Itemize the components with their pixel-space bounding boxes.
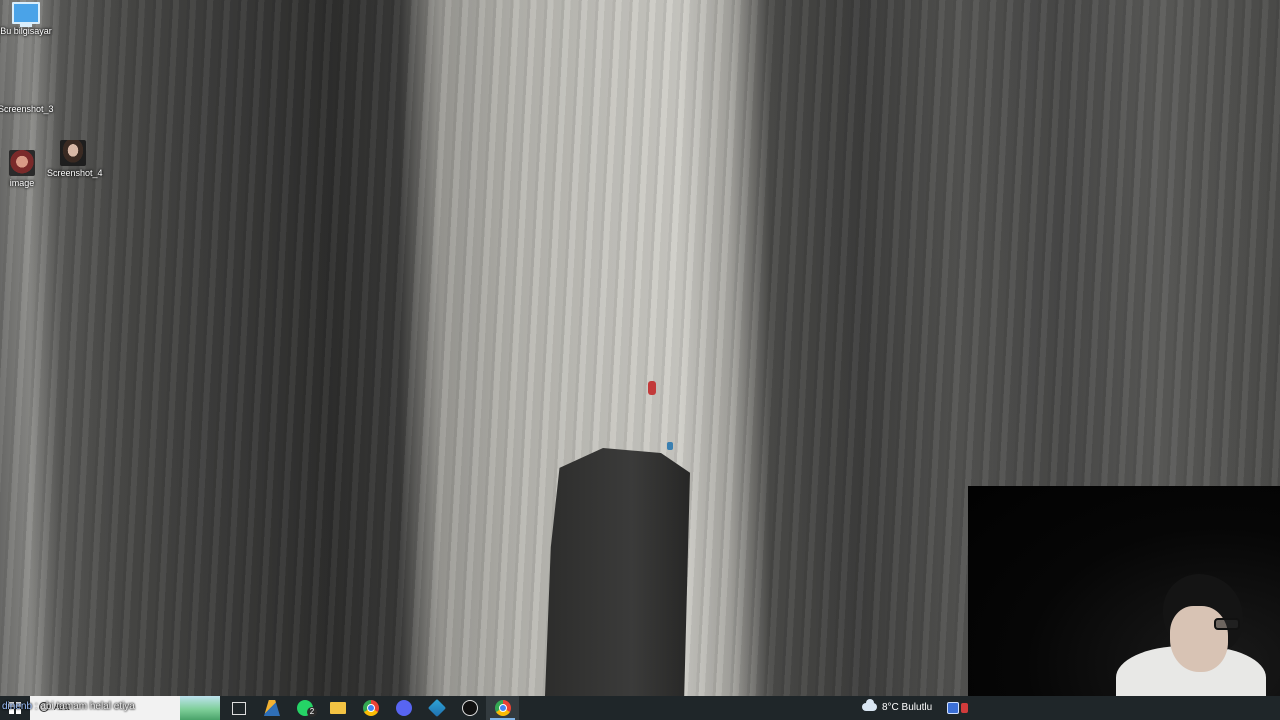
desktop-icon-label: Screenshot_3 bbox=[0, 104, 54, 114]
weather-text: 8°C Bulutlu bbox=[882, 702, 933, 713]
taskbar-app-discord[interactable] bbox=[387, 696, 420, 720]
desktop-icon-image[interactable]: image bbox=[0, 150, 48, 188]
discord-icon bbox=[396, 700, 412, 716]
taskbar-app-chrome-active[interactable] bbox=[486, 696, 519, 720]
taskbar: Ara 2 8°C Bulutlu bbox=[0, 696, 1280, 720]
computer-icon bbox=[12, 2, 40, 27]
desktop-icon-screenshot-4[interactable]: Screenshot_4 bbox=[47, 140, 103, 178]
folder-icon bbox=[330, 702, 346, 714]
webcam-overlay bbox=[968, 486, 1280, 696]
desktop-icon-screenshot-3[interactable]: Screenshot_3 bbox=[0, 88, 54, 114]
desktop-icon-label: Bu bilgisayar bbox=[0, 26, 52, 36]
app-icon bbox=[264, 700, 280, 716]
wallpaper-climber bbox=[648, 381, 656, 395]
app-icon bbox=[427, 698, 447, 718]
cloud-icon bbox=[862, 699, 877, 711]
chat-username: dinenb bbox=[2, 701, 33, 712]
taskbar-app-whatsapp[interactable]: 2 bbox=[288, 696, 321, 720]
image-file-icon bbox=[9, 150, 35, 176]
notification-badge: 2 bbox=[307, 707, 317, 717]
desktop-icon-label: Screenshot_4 bbox=[47, 168, 103, 178]
chrome-icon bbox=[495, 700, 511, 716]
task-view-button[interactable] bbox=[222, 696, 255, 720]
wallpaper-rock-pillar bbox=[545, 448, 690, 696]
image-file-icon bbox=[60, 140, 86, 166]
weather-widget[interactable]: 8°C Bulutlu bbox=[858, 696, 948, 720]
tray-app-icon[interactable] bbox=[947, 702, 959, 714]
taskbar-app[interactable] bbox=[420, 696, 453, 720]
desktop-icon-this-pc[interactable]: Bu bilgisayar bbox=[0, 2, 52, 36]
wallpaper-belayer bbox=[667, 442, 673, 450]
tray-app-icon[interactable] bbox=[961, 703, 968, 713]
chrome-icon bbox=[363, 700, 379, 716]
obs-icon bbox=[462, 700, 478, 716]
task-view-icon bbox=[232, 702, 246, 715]
webcam-person-face bbox=[1170, 606, 1228, 672]
desktop-icon-label: image bbox=[9, 178, 35, 188]
taskbar-app-file-explorer[interactable] bbox=[321, 696, 354, 720]
chat-message: : abi tamam helal etiya bbox=[34, 701, 135, 712]
taskbar-app-chrome[interactable] bbox=[354, 696, 387, 720]
stream-chat-overlay: dinenb : abi tamam helal etiya bbox=[2, 701, 135, 712]
image-file-icon bbox=[13, 88, 35, 102]
search-highlight-image bbox=[180, 696, 220, 720]
taskbar-app[interactable] bbox=[255, 696, 288, 720]
taskbar-app-obs[interactable] bbox=[453, 696, 486, 720]
webcam-person-glasses bbox=[1214, 618, 1240, 630]
